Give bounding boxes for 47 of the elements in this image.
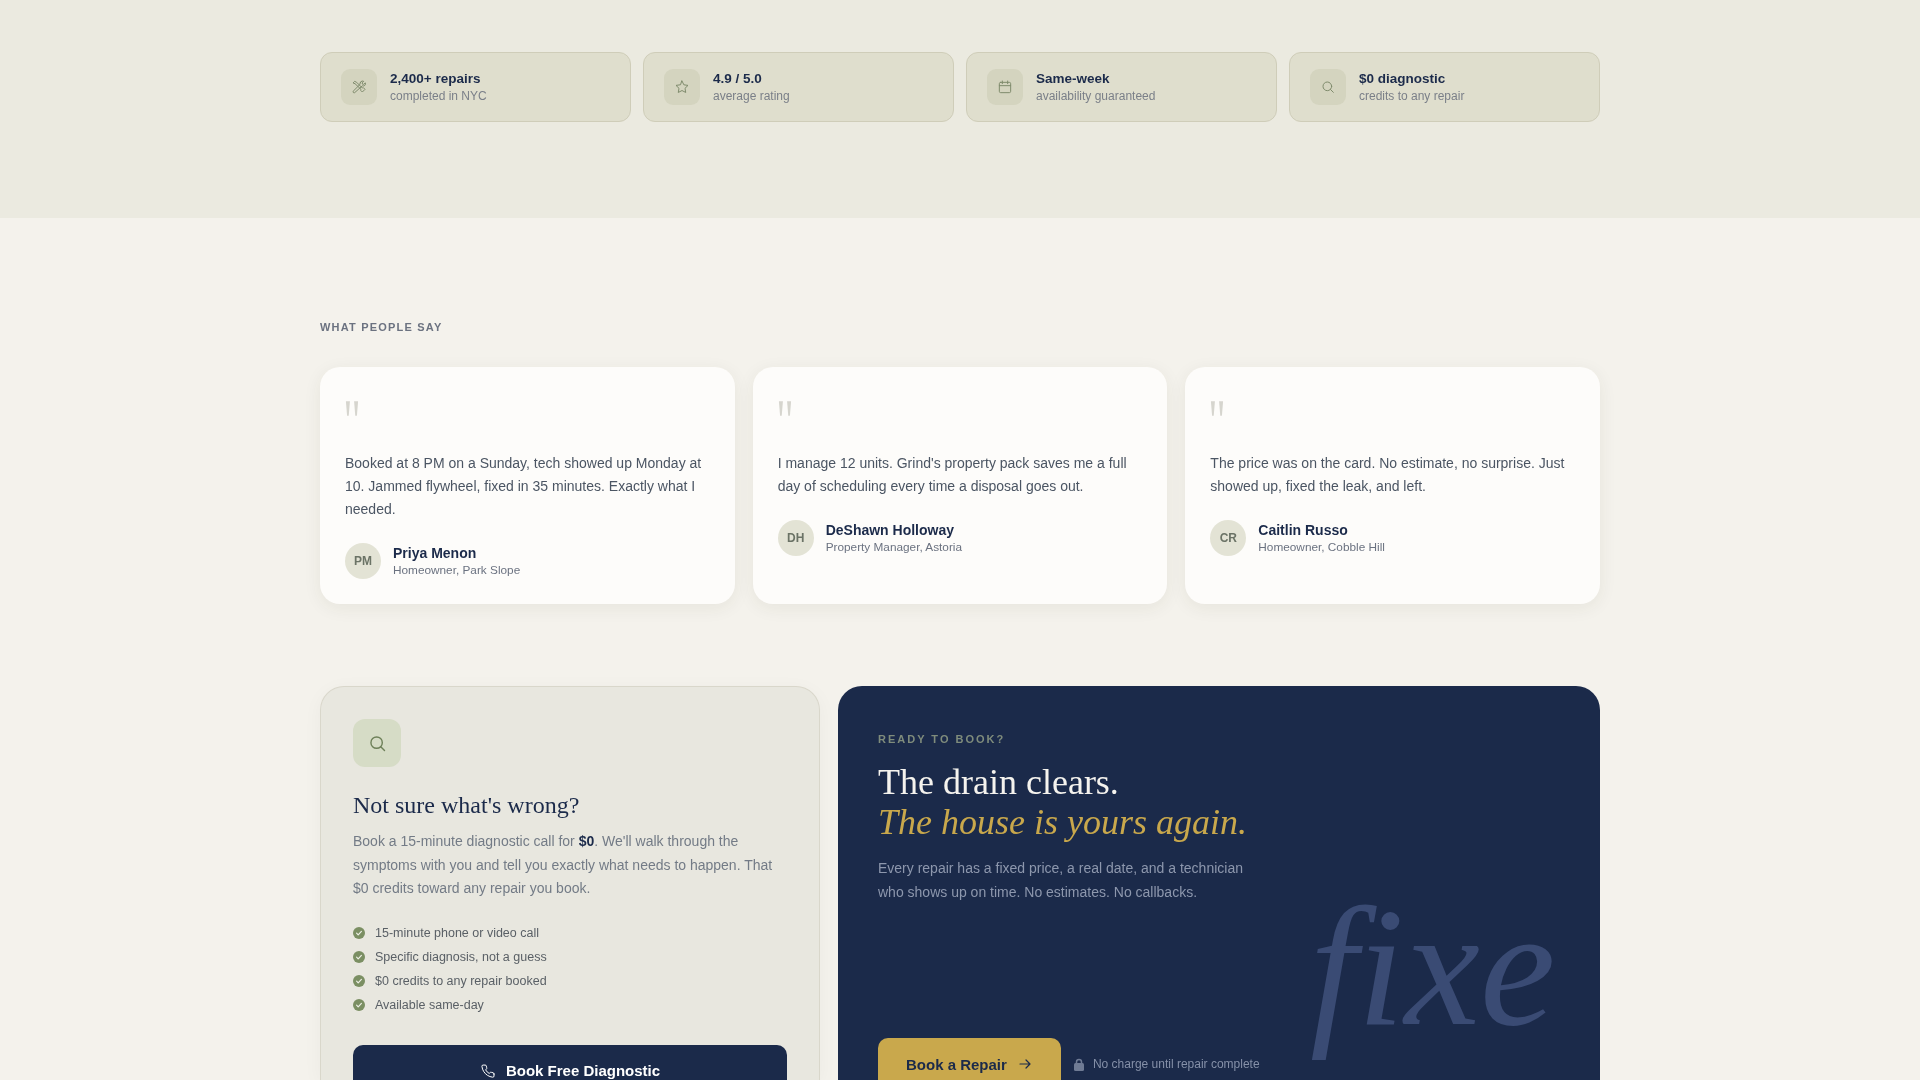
checklist-item: $0 credits to any repair booked xyxy=(375,972,547,989)
avatar: CR xyxy=(1210,520,1247,556)
checklist-item: Available same-day xyxy=(375,996,484,1013)
stat-caption: availability guaranteed xyxy=(1036,89,1156,104)
check-icon xyxy=(353,926,365,939)
quote-icon xyxy=(1210,401,1225,416)
check-icon xyxy=(353,974,365,987)
author-name: DeShawn Holloway xyxy=(825,521,955,539)
check-icon xyxy=(353,998,365,1011)
checklist-item: Specific diagnosis, not a guess xyxy=(375,948,547,965)
panel-heading-accent: The house is yours again. xyxy=(878,802,1247,842)
panel-eyebrow: READY TO BOOK? xyxy=(878,732,1006,746)
stat-caption: credits to any repair xyxy=(1359,89,1465,104)
author-role: Homeowner, Park Slope xyxy=(393,562,521,578)
stat-caption: completed in NYC xyxy=(390,89,487,104)
card-description: Book a 15-minute diagnostic call for $0. We'll walk through the symptoms with you and tell you exactly what needs to happen. That $0 credits toward any repair you book. xyxy=(353,832,774,898)
stat-title: 2,400+ repairs xyxy=(390,70,482,87)
author-role: Homeowner, Cobble Hill xyxy=(1258,539,1385,555)
search-icon xyxy=(353,719,401,767)
check-icon xyxy=(353,950,365,963)
author-role: Property Manager, Astoria xyxy=(825,539,963,555)
author-name: Priya Menon xyxy=(393,544,478,562)
testimonial-quote: I manage 12 units. Grind's property pack saves me a full day of scheduling every time a disposal goes out. xyxy=(777,454,1128,496)
stat-title: $0 diagnostic xyxy=(1359,70,1447,87)
testimonial-quote: Booked at 8 PM on a Sunday, tech showed up Monday at 10. Jammed flywheel, fixed in 35 minutes. Exactly what I needed. xyxy=(345,454,703,519)
panel-heading: The drain clears. xyxy=(878,762,1119,802)
section-label: WHAT PEOPLE SAY xyxy=(320,320,443,334)
lock-icon xyxy=(1073,1057,1084,1071)
author-name: Caitlin Russo xyxy=(1258,521,1349,539)
crossed-tools-icon xyxy=(341,69,377,105)
search-icon xyxy=(1310,69,1346,105)
book-diagnostic-button[interactable]: Book Free Diagnostic xyxy=(353,1044,787,1080)
avatar: DH xyxy=(777,520,814,556)
avatar: PM xyxy=(345,543,381,579)
payment-note: No charge until repair complete xyxy=(1092,1056,1260,1072)
book-repair-button[interactable]: Book a Repair xyxy=(878,1038,1061,1080)
checklist-item: 15-minute phone or video call xyxy=(375,924,539,941)
quote-icon xyxy=(345,401,359,416)
card-heading: Not sure what's wrong? xyxy=(353,791,581,820)
phone-icon xyxy=(479,1062,496,1079)
stat-caption: average rating xyxy=(713,89,790,104)
testimonial-quote: The price was on the card. No estimate, no surprise. Just showed up, fixed the leak, and left. xyxy=(1210,454,1566,496)
calendar-icon xyxy=(987,69,1023,105)
panel-description: Every repair has a fixed price, a real date, and a technician who shows up on time. No estimates. No callbacks. xyxy=(878,859,1244,902)
stat-title: Same-week xyxy=(1036,70,1111,87)
stat-title: 4.9 / 5.0 xyxy=(713,70,763,87)
quote-icon xyxy=(777,401,792,416)
